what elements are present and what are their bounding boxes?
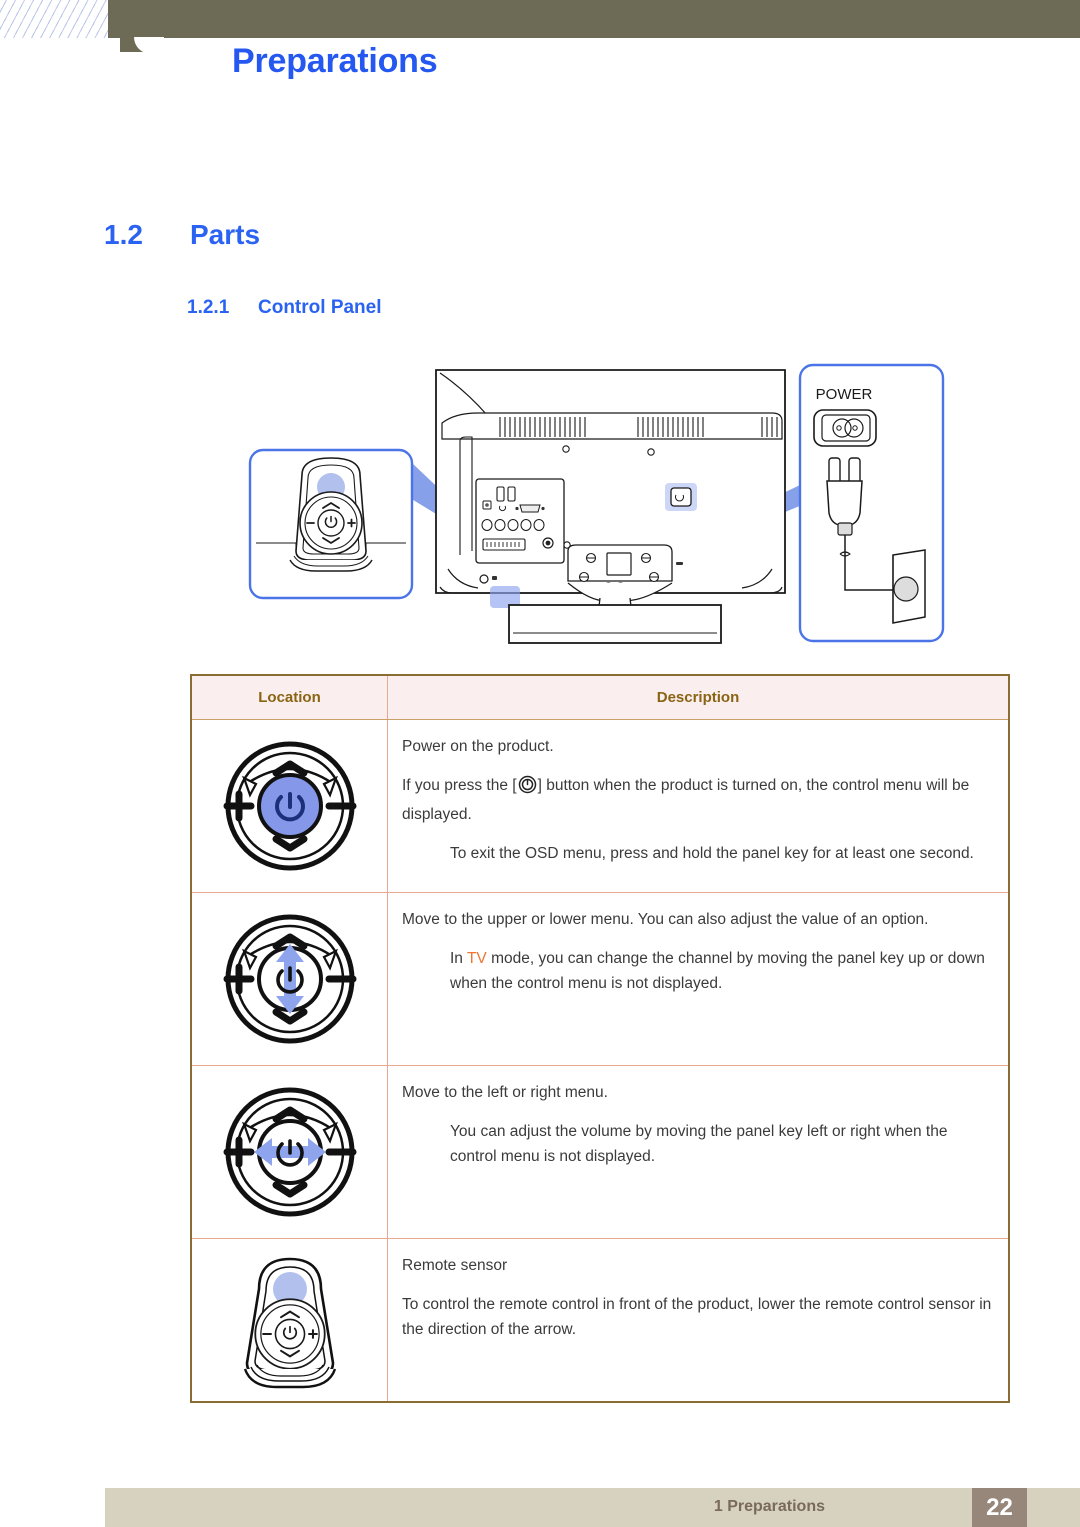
remote-sensor-stand-icon	[243, 1257, 336, 1389]
joystick-power-highlight-icon	[223, 741, 356, 871]
port-panel	[475, 478, 565, 564]
location-cell	[191, 892, 388, 1066]
column-header-description: Description	[387, 675, 1009, 720]
table-row: Power on the product. If you press the […	[191, 719, 1009, 893]
description-cell: Move to the upper or lower menu. You can…	[387, 892, 1009, 1066]
table-header-row: Location Description	[191, 675, 1009, 720]
joystick-horizontal-arrow-icon	[223, 1087, 356, 1217]
header-olive-bar	[108, 0, 1080, 38]
description-cell: Move to the left or right menu. You can …	[387, 1065, 1009, 1239]
tv-accent-text: TV	[466, 950, 487, 968]
section-number: 1.2	[104, 219, 143, 250]
subsection-number: 1.2.1	[187, 297, 230, 318]
description-text: To control the remote control in front o…	[402, 1296, 992, 1339]
page-number-badge: 22	[972, 1488, 1027, 1527]
callout-power: POWER	[798, 363, 945, 643]
footer-bar	[105, 1488, 1080, 1527]
description-cell: Remote sensor To control the remote cont…	[388, 1239, 1010, 1403]
description-text: Move to the upper or lower menu. You can…	[402, 911, 929, 928]
description-note: In TV mode, you can change the channel b…	[450, 946, 992, 996]
callout-control-panel	[248, 448, 414, 600]
text-after-accent: mode, you can change the channel by movi…	[450, 950, 985, 993]
text-before-accent: In	[450, 950, 467, 968]
description-text: Power on the product.	[402, 738, 554, 755]
parts-table: Location Description Power on the produc…	[190, 674, 1010, 1403]
page-title: Preparations	[232, 42, 438, 80]
location-cell	[191, 719, 388, 893]
power-label: POWER	[816, 386, 873, 403]
description-cell: Power on the product. If you press the […	[387, 719, 1009, 893]
table-row: Move to the upper or lower menu. You can…	[191, 892, 1009, 1066]
power-symbol-icon	[518, 775, 537, 802]
table-row: Remote sensor To control the remote cont…	[191, 1238, 1010, 1403]
table-row: Move to the left or right menu. You can …	[191, 1065, 1009, 1239]
description-note: To exit the OSD menu, press and hold the…	[450, 845, 974, 863]
location-cell	[191, 1065, 388, 1239]
location-cell	[191, 1238, 388, 1402]
page-header-band	[0, 0, 1080, 38]
description-text-with-icon: If you press the [] button when the prod…	[402, 773, 992, 827]
header-hatch-pattern	[0, 0, 108, 38]
text-before-icon: If you press the [	[402, 777, 517, 795]
description-text: Remote sensor	[402, 1257, 508, 1274]
monitor-rear-illustration	[435, 369, 786, 644]
description-text: Move to the left or right menu.	[402, 1084, 608, 1101]
footer-chapter-label: 1 Preparations	[713, 1498, 825, 1515]
column-header-location: Location	[191, 675, 388, 720]
header-notch-tab	[120, 37, 164, 54]
subsection-title: Control Panel	[258, 297, 382, 318]
section-title: Parts	[190, 219, 261, 250]
joystick-vertical-arrow-icon	[223, 914, 356, 1044]
control-panel-figure: POWER	[0, 355, 1080, 655]
description-note: You can adjust the volume by moving the …	[450, 1123, 948, 1166]
